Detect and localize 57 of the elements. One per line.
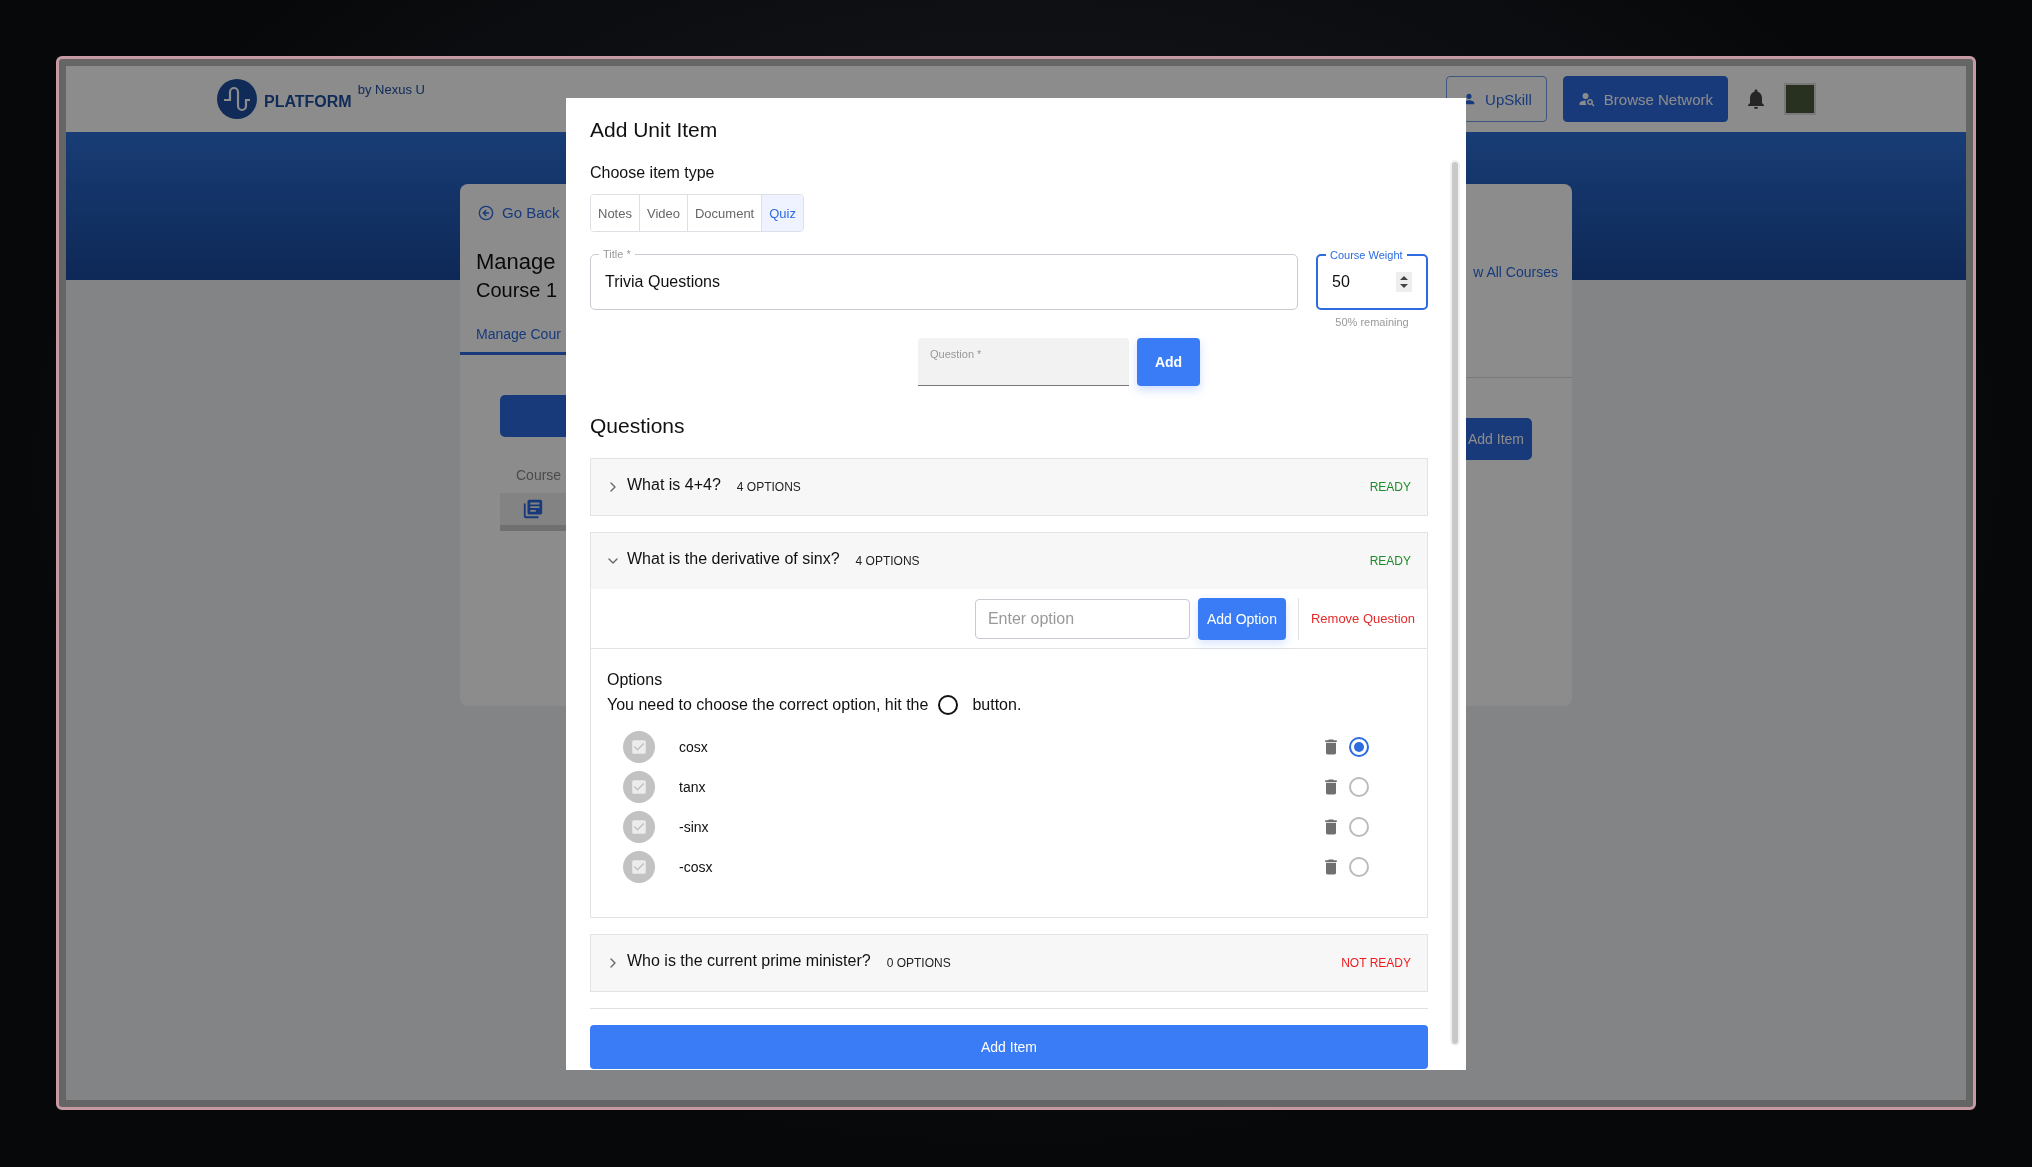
option-text: tanx [679,779,706,795]
view-courses-link[interactable]: w All Courses [1473,264,1572,280]
header-button[interactable]: UpSkill [1446,76,1547,122]
page-title: Manage [475,249,557,275]
option-input-field[interactable]: Enter option [974,598,1190,639]
remove-question-link[interactable]: Remove Question [1310,611,1415,626]
spinner-icon[interactable] [1396,272,1412,292]
question-text: What is the derivative of sinx? [627,550,840,568]
radio-button[interactable] [1349,857,1369,877]
document-icon [522,498,544,520]
instruction-text: button. [972,696,1022,714]
radio-icon [938,695,959,715]
check-icon [623,771,655,803]
status-label: READY [1369,554,1411,568]
radio-button[interactable] [1349,817,1369,837]
add-item-button[interactable]: Add Item [1466,418,1532,460]
check-icon [623,811,655,843]
logo-text: PLATFORM [264,93,352,111]
logo-icon [216,78,258,120]
item-type-tab[interactable]: Notes [591,195,640,231]
avatar-photo-placeholder[interactable] [1784,83,1816,115]
scrollbar[interactable] [1450,160,1460,1046]
option-count: 4 OPTIONS [736,480,801,494]
person-search-icon [1577,90,1596,108]
question-header[interactable]: Who is the current prime minister? 0 OPTIONS NOT READY [591,935,1427,991]
check-icon [623,731,655,763]
question-text: What is 4+4? [627,476,721,494]
course-name: Course 1 [475,279,559,302]
option-text: -sinx [679,819,709,835]
add-item-button[interactable]: Add Item [590,1025,1428,1069]
status-label: NOT READY [1341,956,1411,970]
radio-button[interactable] [1349,777,1369,797]
status-label: READY [1369,480,1411,494]
logo-byline: by Nexus U [357,82,425,97]
instruction-text: You need to choose the correct option, hit the [607,696,929,714]
question-header[interactable]: What is 4+4? 4 OPTIONS READY [591,459,1427,515]
options-heading: Options [607,671,664,689]
modal-title: Add Unit Item [590,118,719,142]
add-button[interactable]: Add [1137,338,1200,386]
check-icon [623,851,655,883]
helper-text: 50% remaining [1335,316,1409,328]
option-text: -cosx [679,859,713,875]
question-text: Who is the current prime minister? [627,952,871,970]
option-count: 0 OPTIONS [886,956,951,970]
add-option-button[interactable]: Add Option [1197,597,1286,640]
questions-heading: Questions [590,414,686,438]
item-tile[interactable] [500,493,566,531]
item-type-label: Choose item type [590,164,716,182]
header-button[interactable]: Browse Network [1562,76,1728,122]
option-text: cosx [679,739,708,755]
question-field[interactable]: Question * [918,338,1129,386]
go-back-link[interactable]: Go Back [460,204,566,221]
option-count: 4 OPTIONS [855,554,920,568]
section-label: Course [516,467,563,483]
item-type-tab[interactable]: Quiz [762,195,803,231]
question-header[interactable]: What is the derivative of sinx? 4 OPTIONS READY [591,533,1427,589]
radio-button[interactable] [1349,737,1369,757]
